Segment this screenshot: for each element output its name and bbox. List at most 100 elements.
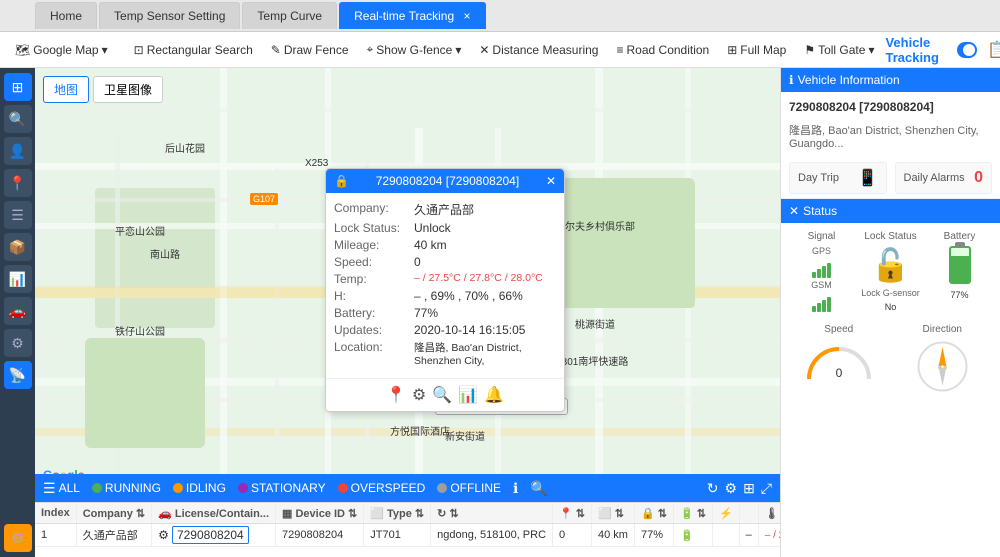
sidebar-icon-location[interactable]: 📍 <box>4 169 32 197</box>
export-icon[interactable]: 📋 <box>983 38 1000 62</box>
sidebar-icon-gear-bottom[interactable]: ⚙ <box>4 524 32 552</box>
distance-btn[interactable]: ✕ Distance Measuring <box>472 40 605 60</box>
sidebar-icon-list[interactable]: ☰ <box>4 201 32 229</box>
td-device-id: 7290808204 <box>276 524 364 547</box>
popup-updates-row: Updates: 2020-10-14 16:15:05 <box>334 323 556 337</box>
popup-company-row: Company: 久通产品部 <box>334 201 556 218</box>
vehicle-tracking-toggle[interactable] <box>957 42 977 58</box>
settings-bar-icon[interactable]: ⚙ <box>725 480 738 497</box>
columns-icon[interactable]: ⊞ <box>743 480 755 497</box>
map-label-x253: X253 <box>305 158 328 169</box>
status-grid: Signal GPS GSM <box>781 223 1000 320</box>
sidebar-icon-vehicle[interactable]: 🚗 <box>4 297 32 325</box>
tab-home[interactable]: Home <box>35 2 97 29</box>
status-overspeed[interactable]: OVERSPEED <box>338 481 426 495</box>
info-popup-header: 🔒 7290808204 [7290808204] ✕ <box>326 169 564 193</box>
status-all[interactable]: ☰ ALL <box>43 480 80 497</box>
td-col11: – <box>739 524 758 547</box>
sidebar-icon-home[interactable]: ⊞ <box>4 73 32 101</box>
sidebar-icon-box[interactable]: 📦 <box>4 233 32 261</box>
refresh-icon[interactable]: ↻ <box>707 480 719 497</box>
data-table-container: Index Company ⇅ 🚗 License/Contain... ▦ D… <box>35 502 780 557</box>
td-index: 1 <box>35 524 76 547</box>
map-label-tiezaishan: 铁仔山公园 <box>115 323 165 338</box>
gsm-bar-2 <box>817 303 821 312</box>
th-temp: 🌡 <box>758 503 780 524</box>
road-condition-btn[interactable]: ≡ Road Condition <box>609 40 716 60</box>
right-panel: ℹ Vehicle Information 7290808204 [729080… <box>780 68 1000 557</box>
info-panel-icon: ℹ <box>789 73 794 87</box>
action-alert-icon[interactable]: 🔔 <box>484 385 504 405</box>
td-col10 <box>712 524 739 547</box>
status-idling[interactable]: IDLING <box>173 481 226 495</box>
toll-gate-btn[interactable]: ⚑ Toll Gate ▾ <box>797 40 881 60</box>
close-tab-icon[interactable]: × <box>463 9 470 23</box>
stationary-dot <box>238 483 248 493</box>
close-popup-icon[interactable]: ✕ <box>546 174 556 188</box>
table-row: 1 久通产品部 ⚙ 7290808204 7290808204 JT701 ng… <box>35 524 780 547</box>
show-gfence-btn[interactable]: ⌖ Show G-fence ▾ <box>360 39 469 60</box>
th-col11 <box>739 503 758 524</box>
map-selector-btn[interactable]: 🗺 Google Map ▾ <box>8 40 115 60</box>
status-offline[interactable]: OFFLINE <box>437 481 501 495</box>
status-bar-right: ↻ ⚙ ⊞ ⤢ <box>707 480 772 497</box>
map-icon: 🗺 <box>15 43 30 57</box>
info-popup-body: Company: 久通产品部 Lock Status: Unlock Milea… <box>326 193 564 378</box>
td-col7: 40 km <box>592 524 635 547</box>
sidebar-icon-search[interactable]: 🔍 <box>4 105 32 133</box>
panel-stats: Day Trip 📱 Daily Alarms 0 <box>781 158 1000 198</box>
map-label-xinan: 新安街道 <box>445 428 485 443</box>
status-stationary[interactable]: STATIONARY <box>238 481 326 495</box>
license-highlighted: 7290808204 <box>172 526 249 544</box>
full-map-btn[interactable]: ⊞ Full Map <box>720 40 793 60</box>
tab-temp-sensor[interactable]: Temp Sensor Setting <box>99 2 240 29</box>
tab-temp-curve[interactable]: Temp Curve <box>242 2 337 29</box>
popup-actions: 📍 ⚙ 🔍 📊 🔔 <box>326 378 564 411</box>
battery-cap <box>955 242 965 247</box>
signal-bar-4 <box>827 263 831 278</box>
offline-dot <box>437 483 447 493</box>
info-icon[interactable]: ℹ <box>513 480 518 497</box>
gsm-bar-1 <box>812 306 816 312</box>
map-label-g107: G107 <box>250 193 278 205</box>
lock-status-item: Lock Status 🔓 Lock G-sensor No <box>858 231 923 312</box>
map-layer-map-btn[interactable]: 地图 <box>43 76 89 103</box>
th-type: ⬜ Type ⇅ <box>364 503 431 524</box>
map-layer-satellite-btn[interactable]: 卫星图像 <box>93 76 163 103</box>
sidebar-icon-user[interactable]: 👤 <box>4 137 32 165</box>
td-battery-icon: 🔋 <box>673 524 712 547</box>
toolbar: 🗺 Google Map ▾ ⊡ Rectangular Search ✎ Dr… <box>0 32 1000 68</box>
map-layer-buttons: 地图 卫星图像 <box>43 76 163 103</box>
action-location-icon[interactable]: 📍 <box>386 385 406 405</box>
status-section: ✕ Status Signal GPS GSM <box>781 198 1000 320</box>
map-background[interactable]: 后山花园 X253 平恋山公园 铁仔山公园 西丽高尔夫乡村俱乐部 桃源街道 S3… <box>35 68 780 557</box>
map-label-nanping: S301南坪快速路 <box>555 353 628 368</box>
gsm-bar-3 <box>822 300 826 312</box>
sidebar-icon-tracking[interactable]: 📡 <box>4 361 32 389</box>
popup-temp-row: Temp: – / 27.5°C / 27.8°C / 28.0°C <box>334 272 556 286</box>
settings-icon-cell: ⚙ <box>158 528 169 542</box>
battery-display <box>949 246 971 284</box>
gauges-row: Speed 0 Direction <box>781 320 1000 401</box>
status-running[interactable]: RUNNING <box>92 481 161 495</box>
action-chart-icon[interactable]: 📊 <box>458 385 478 405</box>
action-settings-icon[interactable]: ⚙ <box>412 385 426 405</box>
battery-item: Battery 77% <box>927 231 992 312</box>
sidebar-icon-settings[interactable]: ⚙ <box>4 329 32 357</box>
popup-h-row: H: – , 69% , 70% , 66% <box>334 289 556 303</box>
road-icon: ≡ <box>616 43 623 57</box>
draw-fence-btn[interactable]: ✎ Draw Fence <box>264 40 356 60</box>
popup-speed-row: Speed: 0 <box>334 255 556 269</box>
sidebar-icon-chart[interactable]: 📊 <box>4 265 32 293</box>
tab-realtime[interactable]: Real-time Tracking × <box>339 2 485 29</box>
th-col5: ↻ ⇅ <box>431 503 553 524</box>
map-label-taoyuan: 桃源街道 <box>575 316 615 331</box>
rectangular-search-btn[interactable]: ⊡ Rectangular Search <box>127 40 260 60</box>
direction-gauge: Direction <box>893 324 993 397</box>
popup-title: 7290808204 [7290808204] <box>376 174 519 188</box>
search-status-icon[interactable]: 🔍 <box>530 480 547 497</box>
info-popup: 🔒 7290808204 [7290808204] ✕ Company: 久通产… <box>325 168 565 412</box>
expand-icon[interactable]: ⤢ <box>761 480 772 497</box>
action-search-icon[interactable]: 🔍 <box>432 385 452 405</box>
chevron-down-icon2: ▾ <box>455 43 461 57</box>
